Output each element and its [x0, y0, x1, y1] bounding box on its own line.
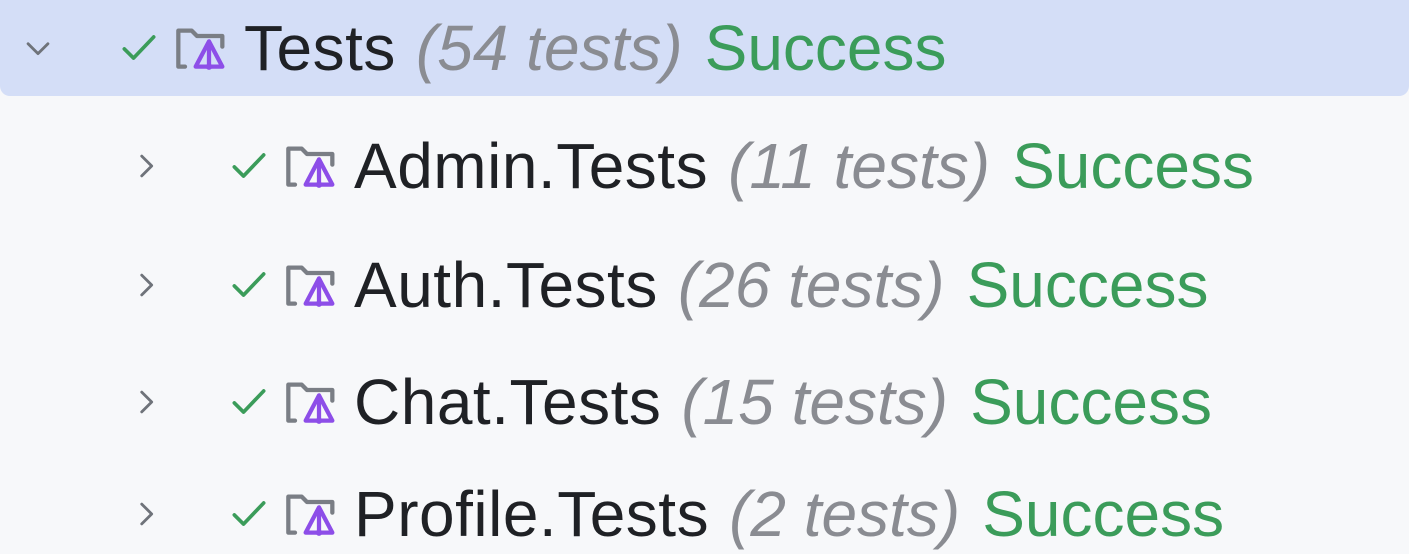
checkmark-icon [222, 487, 276, 541]
tree-row-admin-tests[interactable]: Admin.Tests (11 tests) Success [0, 114, 1409, 218]
checkmark-icon [222, 258, 276, 312]
checkmark-icon [222, 375, 276, 429]
chevron-down-icon[interactable] [18, 28, 58, 68]
test-count: (54 tests) [415, 12, 683, 84]
tree-row-auth-tests[interactable]: Auth.Tests (26 tests) Success [0, 233, 1409, 337]
status-text: Success [966, 249, 1209, 321]
tree-node-label: Profile.Tests [354, 478, 710, 550]
test-count: (2 tests) [729, 478, 961, 550]
tree-node-label: Auth.Tests [354, 249, 658, 321]
tree-node-label: Tests [244, 12, 396, 84]
status-text: Success [704, 12, 947, 84]
test-folder-icon [276, 479, 346, 549]
test-results-tree: Tests (54 tests) Success Admin.Tests (11… [0, 0, 1409, 554]
test-count: (26 tests) [677, 249, 945, 321]
tree-row-profile-tests[interactable]: Profile.Tests (2 tests) Success [0, 462, 1409, 554]
checkmark-icon [112, 21, 166, 75]
status-text: Success [970, 366, 1212, 438]
status-text: Success [982, 478, 1225, 550]
test-folder-icon [276, 250, 346, 320]
tree-row-tests[interactable]: Tests (54 tests) Success [0, 0, 1409, 96]
test-count: (15 tests) [681, 366, 949, 438]
tree-node-label: Admin.Tests [354, 130, 709, 202]
test-count: (11 tests) [728, 130, 991, 202]
chevron-right-icon[interactable] [126, 265, 166, 305]
tree-row-chat-tests[interactable]: Chat.Tests (15 tests) Success [0, 350, 1409, 454]
test-folder-icon [276, 367, 346, 437]
chevron-right-icon[interactable] [126, 494, 166, 534]
test-folder-icon [166, 13, 236, 83]
chevron-right-icon[interactable] [126, 382, 166, 422]
tree-node-label: Chat.Tests [354, 366, 662, 438]
checkmark-icon [222, 139, 276, 193]
chevron-right-icon[interactable] [126, 146, 166, 186]
status-text: Success [1012, 130, 1254, 202]
test-folder-icon [276, 131, 346, 201]
